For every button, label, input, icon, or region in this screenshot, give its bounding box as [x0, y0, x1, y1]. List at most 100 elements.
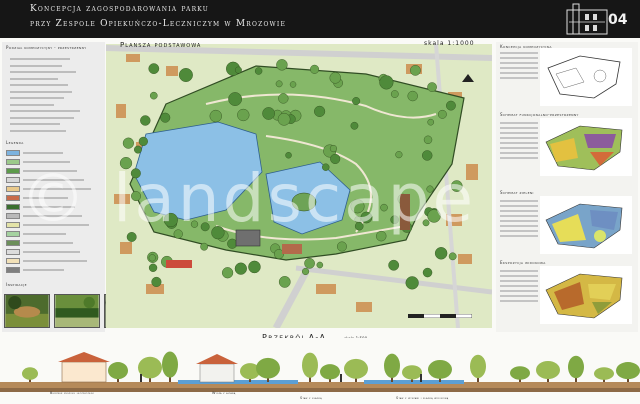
section-tree-crown [402, 365, 422, 380]
tree-canopy [119, 157, 133, 170]
legend-swatch-row [6, 202, 102, 211]
legend-swatch-row [6, 175, 102, 184]
tree-canopy [173, 229, 183, 239]
tree-canopy [354, 216, 361, 223]
tree-canopy [314, 105, 326, 117]
greenery-scheme-heading: Schemat zieleni [500, 190, 534, 195]
tree-canopy [301, 267, 310, 276]
tree-canopy [228, 92, 242, 106]
tree-canopy [354, 221, 364, 231]
legend-swatch-row [6, 238, 102, 247]
sheet-number: 04 [608, 12, 628, 28]
legend-swatch [6, 149, 20, 156]
analysis-panel: Koncepcja kompozycyjna Schemat funkcjona… [496, 42, 638, 332]
section-tree-crown [428, 359, 452, 379]
section-tree-crown [616, 362, 640, 380]
legend-swatch-row [6, 166, 102, 175]
tree-canopy [405, 276, 419, 290]
tree-canopy [410, 65, 421, 76]
section-tree-crown [22, 367, 38, 380]
zone-line [10, 128, 98, 135]
section-tree-crown [320, 364, 340, 380]
tree-canopy [200, 242, 209, 251]
tree-canopy [448, 252, 457, 261]
island [291, 192, 317, 212]
greenery-scheme-map [540, 196, 632, 254]
tree-canopy [427, 118, 435, 126]
tree-canopy [352, 97, 361, 106]
tree-canopy [234, 262, 247, 275]
tree-canopy [209, 109, 222, 123]
tree-canopy [275, 80, 283, 88]
section-tree-crown [594, 367, 614, 380]
section-tree-crown [302, 352, 318, 378]
tree-canopy [446, 100, 456, 111]
legend-swatch-row [6, 211, 102, 220]
board-title-line-2: przy Zespole Opiekuńczo-Leczniczym w Mro… [30, 19, 287, 29]
tree-canopy [160, 112, 171, 123]
functional-notes [500, 122, 538, 162]
tree-canopy [248, 260, 261, 274]
tree-canopy [149, 91, 158, 100]
tree-canopy [276, 59, 288, 71]
scale-bar [408, 314, 472, 318]
legend-swatch-row [6, 247, 102, 256]
tree-canopy [130, 168, 141, 179]
legend-swatch [6, 248, 20, 255]
tree-canopy [422, 150, 433, 161]
section-tree-crown [536, 361, 560, 379]
functional-scheme-heading: Schemat funkcjonalno-przestrzenny [500, 112, 579, 117]
legend-swatch [6, 176, 20, 183]
tree-canopy [427, 82, 437, 92]
inspirations-heading: Inspiracje [6, 282, 27, 287]
park-site-plan [106, 44, 492, 328]
section-tree-crown [470, 354, 486, 379]
legend-swatch-row [6, 157, 102, 166]
legend-panel: Podział kompozycyjny - przestrzenny Lege… [2, 42, 105, 332]
section-tree-crown [108, 362, 128, 380]
section-tree-crown [256, 357, 280, 379]
tree-canopy [237, 108, 250, 122]
section-building [61, 361, 107, 383]
tree-canopy [211, 226, 225, 240]
legend-swatch [6, 212, 20, 219]
legend-swatch [6, 239, 20, 246]
building-logo-icon [566, 3, 608, 35]
tree-canopy [437, 109, 447, 119]
section-label-pond: Staw z kładką [300, 396, 322, 400]
tree-canopy [422, 267, 433, 278]
tree-canopy [316, 261, 324, 269]
tree-canopy [151, 276, 162, 287]
tree-canopy [329, 72, 341, 84]
tree-canopy [427, 209, 441, 223]
tree-canopy [148, 63, 160, 74]
section-tree-crown [384, 353, 400, 378]
tree-canopy [350, 199, 365, 214]
section-tree-crown [344, 358, 368, 379]
section-a-a-drawing [0, 338, 640, 404]
tree-canopy [122, 137, 134, 149]
inspiration-photo-hedge [54, 294, 100, 328]
board-title-line-1: Koncepcja zagospodarowania parku [30, 4, 210, 14]
greenery-notes [500, 200, 538, 240]
section-label-island: Wyspa z altaną [212, 391, 236, 395]
section-label-building: Budynek zespołu leczniczego [50, 391, 95, 395]
tree-canopy [423, 135, 433, 144]
tree-canopy [380, 203, 388, 212]
legend-swatch [6, 203, 20, 210]
tree-canopy [285, 151, 292, 159]
legend-swatch-row [6, 220, 102, 229]
view-exposure-heading: Ekspozycja widokowa [500, 260, 546, 265]
tree-canopy [140, 115, 151, 126]
tree-canopy [131, 191, 141, 202]
tree-canopy [221, 267, 234, 279]
tree-canopy [407, 90, 418, 102]
tree-canopy [422, 219, 430, 227]
inspiration-photo-pergola [4, 294, 50, 328]
functional-scheme-map [540, 118, 632, 176]
tree-canopy [390, 90, 399, 98]
tree-canopy [138, 136, 148, 146]
legend-swatch-row [6, 256, 102, 265]
legend-swatch-row [6, 229, 102, 238]
tree-canopy [336, 241, 347, 252]
